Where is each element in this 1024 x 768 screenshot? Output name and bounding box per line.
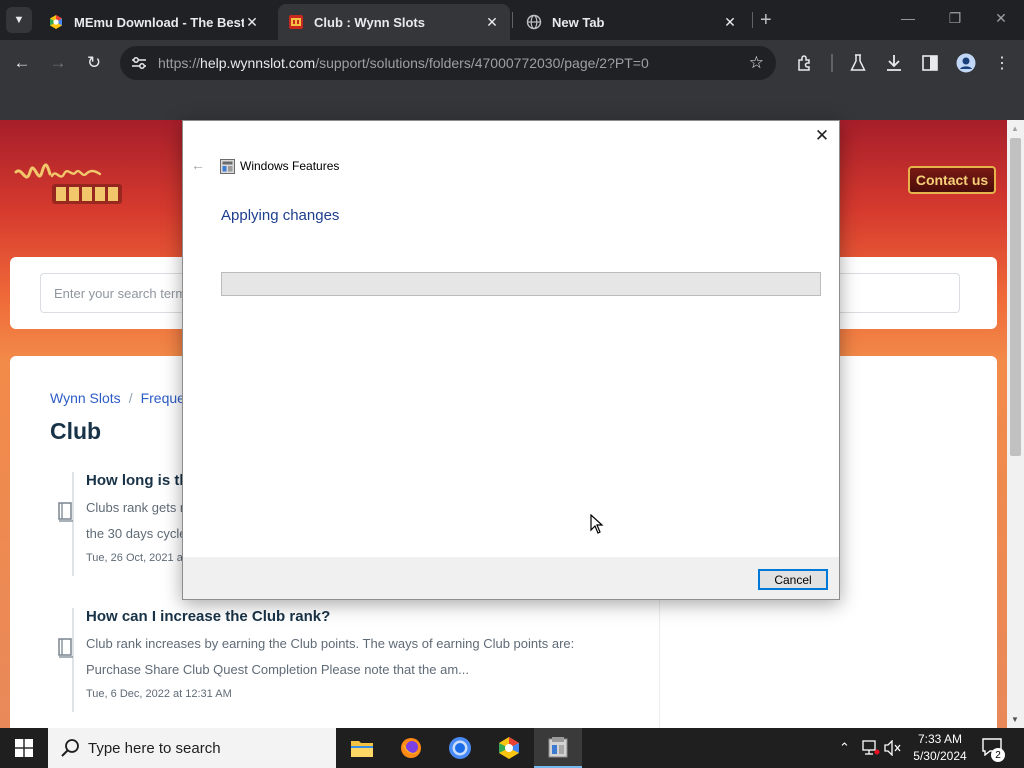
url-scheme: https://: [158, 55, 201, 71]
memu-favicon-icon: [50, 15, 62, 29]
windows-features-taskbar-icon[interactable]: [534, 728, 582, 768]
back-arrow-icon[interactable]: ←: [11, 52, 33, 74]
notification-count-badge: 2: [991, 748, 1005, 762]
bookmarks-bar: [0, 86, 1024, 120]
article-date: Tue, 26 Oct, 2021 at: [86, 552, 186, 564]
dialog-footer: Cancel: [183, 557, 839, 599]
extensions-icon[interactable]: [794, 52, 816, 74]
windows-features-app-icon: [220, 159, 235, 174]
side-panel-icon[interactable]: [919, 52, 941, 74]
firefox-icon[interactable]: [387, 728, 435, 768]
address-bar[interactable]: https://help.wynnslot.com/support/soluti…: [120, 46, 776, 80]
site-settings-icon[interactable]: [130, 54, 148, 72]
toolbar-divider: [831, 54, 833, 72]
file-explorer-icon[interactable]: [338, 728, 386, 768]
windows-taskbar: Type here to search ⌃ 7:33 AM 5/30/2024 …: [0, 728, 1024, 768]
wynn-slots-logo[interactable]: [12, 150, 127, 210]
new-tab-button[interactable]: +: [760, 9, 772, 32]
scroll-up-arrow-icon[interactable]: ▲: [1011, 124, 1019, 133]
browser-toolbar: ← → ↻ https://help.wynnslot.com/support/…: [0, 40, 1024, 86]
article-item[interactable]: How can I increase the Club rank? Club r…: [50, 608, 650, 712]
clock-date: 5/30/2024: [913, 749, 967, 763]
taskbar-search-box[interactable]: Type here to search: [48, 728, 336, 768]
url-text: https://help.wynnslot.com/support/soluti…: [158, 55, 649, 71]
dialog-close-icon[interactable]: ✕: [811, 125, 833, 147]
article-excerpt-line: Purchase Share Club Quest Completion Ple…: [86, 662, 469, 677]
article-book-icon: [58, 502, 73, 522]
taskbar-search-placeholder: Type here to search: [88, 740, 221, 757]
browser-tab-bar: ▼ MEmu Download - The Best Ar ✕ Club : W…: [0, 0, 1024, 40]
memu-icon[interactable]: [485, 728, 533, 768]
tab-title: New Tab: [552, 14, 605, 30]
tab-club-wynn-slots[interactable]: Club : Wynn Slots ✕: [278, 4, 510, 40]
tab-close-icon[interactable]: ✕: [484, 14, 500, 31]
page-scrollbar[interactable]: ▲ ▼: [1007, 120, 1024, 728]
tab-close-icon[interactable]: ✕: [244, 14, 260, 31]
mouse-pointer-icon: [590, 514, 604, 534]
bookmark-star-icon[interactable]: ☆: [749, 53, 764, 73]
clock-time: 7:33 AM: [917, 732, 963, 746]
wynn-slots-favicon-icon: [289, 15, 303, 29]
minimize-icon[interactable]: —: [898, 10, 918, 26]
search-icon: [61, 739, 79, 757]
scroll-down-arrow-icon[interactable]: ▼: [1011, 715, 1019, 724]
dialog-window-title: Windows Features: [240, 159, 340, 173]
tab-title: Club : Wynn Slots: [314, 14, 425, 30]
tab-memu-download[interactable]: MEmu Download - The Best Ar ✕: [38, 4, 270, 40]
page-title: Club: [50, 418, 102, 444]
breadcrumb-separator: /: [128, 390, 133, 406]
restore-icon[interactable]: ❐: [945, 10, 965, 27]
article-excerpt-line: Club rank increases by earning the Club …: [86, 636, 575, 651]
article-excerpt-line: the 30 days cycle: [86, 526, 187, 541]
download-icon[interactable]: [883, 52, 905, 74]
chrome-icon[interactable]: [436, 728, 484, 768]
article-bar: [72, 608, 74, 712]
article-heading[interactable]: How can I increase the Club rank?: [86, 608, 330, 625]
breadcrumb-home-link[interactable]: Wynn Slots: [50, 390, 121, 406]
show-hidden-icons-icon[interactable]: ⌃: [839, 740, 850, 756]
url-path: /support/solutions/folders/47000772030/p…: [315, 55, 649, 71]
network-icon[interactable]: [862, 740, 880, 759]
article-bar: [72, 472, 74, 576]
profile-avatar-icon[interactable]: [955, 52, 977, 74]
tab-divider: [512, 12, 513, 28]
article-date: Tue, 6 Dec, 2022 at 12:31 AM: [86, 688, 232, 700]
scroll-thumb[interactable]: [1010, 138, 1021, 456]
dialog-heading: Applying changes: [221, 207, 340, 224]
dialog-back-arrow-icon[interactable]: ←: [191, 157, 205, 173]
cancel-button[interactable]: Cancel: [758, 569, 828, 590]
window-close-icon[interactable]: ✕: [991, 10, 1011, 27]
labs-flask-icon[interactable]: [847, 52, 869, 74]
tab-new-tab[interactable]: New Tab ✕: [516, 4, 748, 40]
tab-search-button[interactable]: ▼: [6, 7, 32, 33]
volume-muted-icon[interactable]: [884, 739, 902, 759]
windows-features-dialog: ✕ ← Windows Features Applying changes Ca…: [182, 120, 840, 600]
tab-divider: [752, 12, 753, 28]
more-menu-icon[interactable]: ⋮: [991, 52, 1013, 74]
tab-close-icon[interactable]: ✕: [722, 14, 738, 31]
globe-icon: [526, 14, 542, 30]
progress-bar: [221, 272, 821, 296]
reload-icon[interactable]: ↻: [83, 52, 105, 74]
forward-arrow-icon[interactable]: →: [47, 52, 69, 74]
article-book-icon: [58, 638, 73, 658]
contact-us-button[interactable]: Contact us: [908, 166, 996, 194]
start-button[interactable]: [0, 728, 48, 768]
taskbar-clock[interactable]: 7:33 AM 5/30/2024: [904, 731, 976, 765]
windows-logo-icon: [15, 739, 33, 757]
tab-title: MEmu Download - The Best Ar: [74, 14, 244, 30]
url-host: help.wynnslot.com: [200, 55, 316, 71]
